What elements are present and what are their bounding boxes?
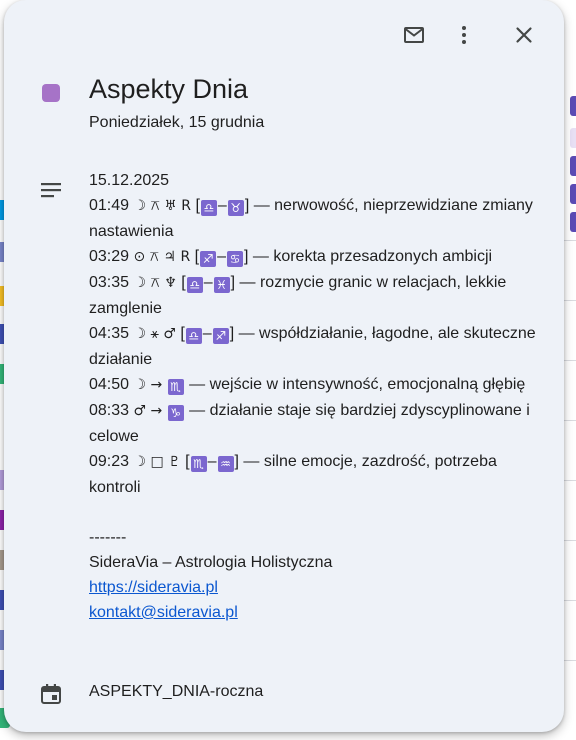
aspect-time: 04:35 — [89, 325, 130, 342]
background-event-chip — [570, 156, 576, 176]
aspect-time: 09:23 — [89, 453, 130, 470]
aspect-text: — wejście w intensywność, emocjonalną gł… — [189, 376, 526, 393]
aspect-time: 03:35 — [89, 274, 130, 291]
event-description: 15.12.2025 01:49 ☽ ⚻ ♅ R [♎ – ♉] — nerwowo… — [89, 168, 549, 625]
scorpio-sign-icon: ♏ — [167, 379, 184, 395]
more-options-button[interactable] — [447, 18, 481, 52]
background-event-chip — [570, 212, 576, 232]
background-event-chip — [570, 128, 576, 148]
event-details-popup: Aspekty Dnia Poniedziałek, 15 grudnia 15… — [4, 0, 564, 732]
aspect-line: 01:49 ☽ ⚻ ♅ R [♎ – ♉] — nerwowość, nieprze… — [89, 197, 533, 240]
more-vert-icon — [462, 26, 466, 44]
aspect-text: — korekta przesadzonych ambicji — [252, 248, 493, 265]
email-link[interactable]: kontakt@sideravia.pl — [89, 604, 238, 621]
aspect-line: 04:50 ☽ → ♏ — wejście w intensywność, em… — [89, 372, 549, 398]
calendar-name: ASPEKTY_DNIA-roczna — [89, 683, 264, 700]
aspect-time: 08:33 — [89, 402, 130, 419]
sagittarius-sign-icon: ♐ — [200, 251, 217, 267]
aspect-planets: ☽ ⚻ ♅ R — [133, 198, 192, 214]
calendar-icon — [40, 683, 62, 710]
background-event-chip — [570, 96, 576, 116]
event-title: Aspekty Dnia — [89, 74, 249, 104]
close-icon — [516, 27, 532, 43]
description-icon — [40, 182, 62, 205]
aspect-time: 01:49 — [89, 197, 130, 214]
aquarius-sign-icon: ♒ — [217, 456, 234, 472]
aspect-planets: ♂ → — [133, 403, 163, 419]
separator: ------- — [89, 529, 127, 546]
libra-sign-icon: ♎ — [185, 328, 202, 344]
event-date: Poniedziałek, 15 grudnia — [89, 114, 265, 131]
aspect-line: 03:29 ⊙ ⚻ ♃ R [♐ – ♋] — korekta przesadzon… — [89, 248, 493, 267]
aspect-planets: ☽ ⚹ ♂ — [133, 326, 176, 342]
aspect-line: 04:35 ☽ ⚹ ♂ [♎ – ♐] — współdziałanie, łago… — [89, 325, 536, 368]
aspect-time: 04:50 — [89, 376, 130, 393]
aspect-line: 03:35 ☽ ⚻ ♆ [♎ – ♓] — rozmycie granic w re… — [89, 274, 507, 317]
cancer-sign-icon: ♋ — [226, 251, 243, 267]
website-link[interactable]: https://sideravia.pl — [89, 579, 218, 596]
description-date: 15.12.2025 — [89, 172, 170, 189]
libra-sign-icon: ♎ — [186, 277, 203, 293]
aspect-planets: ☽ ⚻ ♆ — [133, 275, 177, 291]
event-color-swatch — [42, 84, 60, 102]
sagittarius-sign-icon: ♐ — [212, 328, 229, 344]
aspect-time: 03:29 — [89, 248, 130, 265]
libra-sign-icon: ♎ — [200, 200, 217, 216]
aspect-planets: ⊙ ⚻ ♃ R — [133, 249, 191, 265]
signature: SideraVia – Astrologia Holistyczna — [89, 554, 333, 571]
capricorn-sign-icon: ♑ — [167, 405, 184, 421]
close-button[interactable] — [507, 18, 541, 52]
email-guests-button[interactable] — [397, 18, 431, 52]
aspect-planets: ☽ → — [133, 377, 163, 393]
pisces-sign-icon: ♓ — [213, 277, 230, 293]
aspect-line: 09:23 ☽ □ ♇ [♏ – ♒] — silne emocje, zazdro… — [89, 453, 497, 496]
mail-icon — [404, 27, 424, 43]
background-event-chip — [570, 184, 576, 204]
aspect-planets: ☽ □ ♇ — [133, 454, 181, 470]
aspect-line: 08:33 ♂ → ♑ — działanie staje się bardzi… — [89, 398, 549, 449]
taurus-sign-icon: ♉ — [227, 200, 244, 216]
scorpio-sign-icon: ♏ — [190, 456, 207, 472]
